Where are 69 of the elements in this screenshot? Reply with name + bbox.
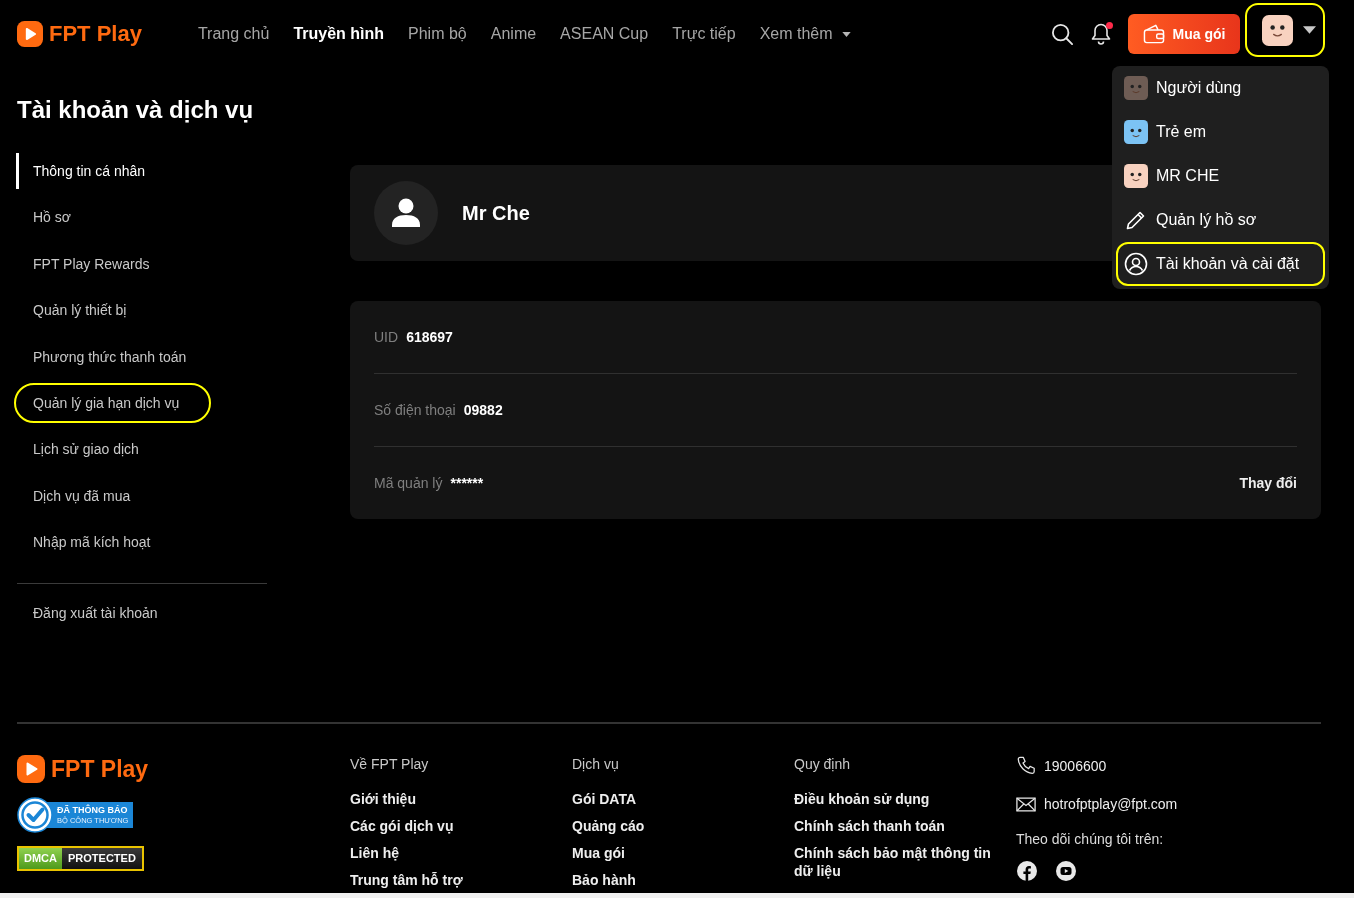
footer-link[interactable]: Chính sách bảo mật thông tin dữ liệu <box>794 844 994 880</box>
user-avatar-icon <box>374 181 438 245</box>
avatar-face-icon <box>1262 14 1293 46</box>
footer-link[interactable]: Bảo hành <box>572 871 636 889</box>
facebook-icon[interactable] <box>1017 861 1037 881</box>
nav-tab[interactable]: ASEAN Cup <box>560 25 649 43</box>
bell-icon[interactable] <box>1091 23 1111 45</box>
field-label: UID <box>374 329 399 345</box>
dmca-label: DMCA <box>19 848 62 869</box>
sidebar-item[interactable]: Quản lý gia hạn dịch vụ <box>16 384 210 421</box>
menu-item[interactable]: Trẻ em <box>1118 112 1323 152</box>
menu-item[interactable]: Tài khoản và cài đặt <box>1118 244 1323 284</box>
caret-icon <box>1303 26 1316 34</box>
sidebar-item[interactable]: Quản lý thiết bị <box>16 292 157 329</box>
user-circle-icon <box>1124 252 1148 276</box>
menu-item[interactable]: Quản lý hồ sơ <box>1118 200 1323 240</box>
footer-link[interactable]: Trung tâm hỗ trợ <box>350 871 463 889</box>
follow-label: Theo dõi chúng tôi trên: <box>1016 830 1164 848</box>
footer-heading: Quy định <box>794 755 851 773</box>
footer-link[interactable]: Liên hệ <box>350 844 399 862</box>
nav-tab[interactable]: Trực tiếp <box>672 25 736 43</box>
protected-label: PROTECTED <box>62 848 142 869</box>
dmca-badge[interactable]: DMCA PROTECTED <box>17 846 144 871</box>
play-logo-icon <box>17 755 45 783</box>
sidebar-item[interactable]: Hồ sơ <box>16 199 101 236</box>
nav-tab[interactable]: Trang chủ <box>197 25 270 43</box>
page-title: Tài khoản và dịch vụ <box>17 95 254 125</box>
wallet-icon <box>1142 24 1165 44</box>
phone-icon <box>1016 756 1036 776</box>
footer-link[interactable]: Mua gói <box>572 844 625 862</box>
field-label: Số điện thoại <box>374 402 456 418</box>
footer-logo-link[interactable]: FPT Play <box>17 755 149 783</box>
nav-tab[interactable]: Xem thêm <box>759 25 851 43</box>
field-value: 618697 <box>406 329 453 345</box>
buy-package-button[interactable]: Mua gói <box>1128 14 1240 54</box>
footer-heading: Về FPT Play <box>350 755 429 773</box>
video-play-icon[interactable] <box>1056 861 1076 881</box>
footer-link[interactable]: Gói DATA <box>572 790 637 808</box>
sidebar-item[interactable]: Phương thức thanh toán <box>16 338 217 375</box>
field-value: 09882 <box>463 402 503 418</box>
footer-link[interactable]: Giới thiệu <box>350 790 416 808</box>
menu-item[interactable]: Người dùng <box>1118 68 1323 108</box>
search-icon[interactable] <box>1052 23 1073 45</box>
profile-name: Mr Che <box>462 201 530 225</box>
footer-link[interactable]: Các gói dịch vụ <box>350 817 454 835</box>
play-logo-icon <box>17 21 43 47</box>
menu-item[interactable]: MR CHE <box>1118 156 1323 196</box>
logout-link[interactable]: Đăng xuất tài khoản <box>16 594 188 631</box>
field-value: ****** <box>450 475 484 491</box>
footer-link[interactable]: Chính sách thanh toán <box>794 817 945 835</box>
footer-link[interactable]: Quảng cáo <box>572 817 645 835</box>
change-link[interactable]: Thay đổi <box>1239 475 1297 491</box>
footer-heading: Dịch vụ <box>572 755 619 773</box>
email-address: hotrofptplay@fpt.com <box>1044 796 1178 812</box>
sidebar-item[interactable]: Nhập mã kích hoạt <box>16 524 181 561</box>
footer-link[interactable]: Điều khoản sử dụng <box>794 790 930 808</box>
sidebar-item[interactable]: Dịch vụ đã mua <box>16 477 161 514</box>
home-logo-link[interactable]: FPT Play <box>17 21 142 47</box>
sidebar-item[interactable]: Lịch sử giao dịch <box>16 431 169 468</box>
badge-title: ĐÃ THÔNG BÁO <box>57 805 129 815</box>
sidebar-item[interactable]: Thông tin cá nhân <box>16 153 176 189</box>
field-label: Mã quản lý <box>374 475 443 491</box>
envelope-icon <box>1016 796 1036 812</box>
sidebar-item[interactable]: FPT Play Rewards <box>16 245 180 282</box>
check-circle-icon <box>17 797 53 833</box>
nav-tab[interactable]: Phim bộ <box>408 25 467 43</box>
nav-tab[interactable]: Anime <box>490 25 537 43</box>
nav-tab[interactable]: Truyền hình <box>293 25 385 43</box>
phone-number: 19006600 <box>1044 758 1107 774</box>
